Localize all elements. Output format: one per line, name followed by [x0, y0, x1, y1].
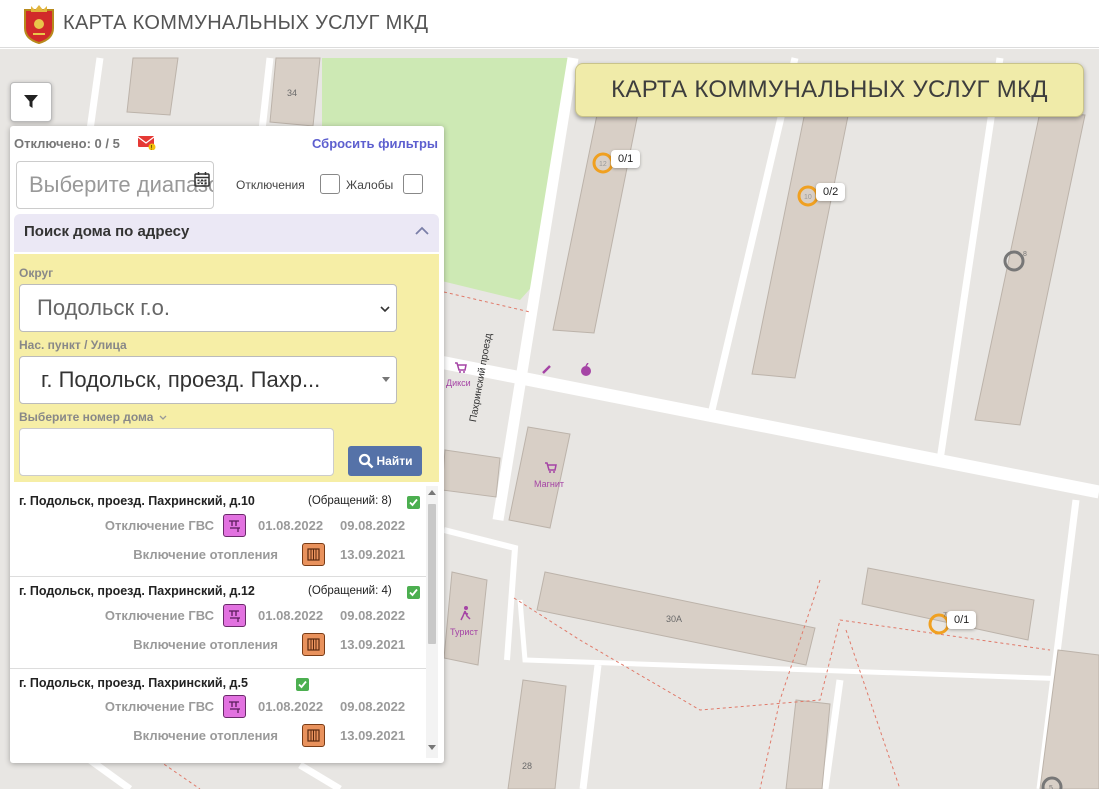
cosmetics-icon	[542, 365, 551, 374]
poi-label: Турист	[450, 627, 479, 637]
service-label: Включение отопления	[133, 637, 278, 652]
result-address[interactable]: г. Подольск, проезд. Пахринский, д.10	[19, 494, 255, 508]
date-range-input[interactable]: Выберите диапазон	[16, 161, 214, 209]
scroll-up-arrow-icon[interactable]	[428, 490, 436, 495]
date-to: 13.09.2021	[340, 728, 406, 743]
map-title-banner: КАРТА КОММУНАЛЬНЫХ УСЛУГ МКД	[575, 63, 1084, 117]
district-select-value: Подольск г.о.	[37, 295, 170, 320]
svg-text:8: 8	[1023, 251, 1027, 258]
svg-text:10: 10	[804, 194, 812, 201]
results-list[interactable]: г. Подольск, проезд. Пахринский, д.10 (О…	[10, 486, 444, 763]
chevron-down-icon	[159, 415, 167, 420]
house-number-label[interactable]: Выберите номер дома	[19, 410, 167, 424]
date-to: 13.09.2021	[340, 547, 406, 562]
outages-checkbox[interactable]	[320, 174, 340, 194]
address-search-body: Округ Подольск г.о. Нас. пункт / Улица г…	[14, 254, 439, 482]
chevron-down-icon	[380, 306, 390, 312]
street-label: Нас. пункт / Улица	[19, 338, 127, 352]
scroll-thumb[interactable]	[428, 504, 436, 644]
complaints-checkbox[interactable]	[403, 174, 423, 194]
street-select-value: г. Подольск, проезд. Пахр...	[41, 367, 321, 392]
address-search-header[interactable]: Поиск дома по адресу	[14, 214, 439, 252]
outages-checkbox-label: Отключения	[236, 178, 305, 192]
house-number-input[interactable]	[19, 428, 334, 476]
district-label: Округ	[19, 266, 54, 280]
date-to: 09.08.2022	[340, 699, 406, 714]
address-search-title: Поиск дома по адресу	[24, 223, 190, 240]
scroll-down-arrow-icon[interactable]	[428, 745, 436, 750]
emblem-logo-icon	[21, 4, 57, 44]
date-from: 01.08.2022	[258, 518, 324, 533]
hot-water-icon	[223, 514, 246, 537]
shop-icon	[545, 462, 557, 473]
outage-counter: Отключено: 0 / 5	[14, 136, 120, 151]
service-label: Включение отопления	[133, 728, 278, 743]
filter-panel: Отключено: 0 / 5 ! Сбросить фильтры Выбе…	[10, 126, 444, 763]
service-label: Отключение ГВС	[104, 608, 214, 623]
reset-filters-link[interactable]: Сбросить фильтры	[312, 136, 438, 151]
house-marker-icon[interactable]: 5	[1041, 774, 1067, 789]
result-address[interactable]: г. Подольск, проезд. Пахринский, д.5	[19, 676, 248, 690]
house-marker-label[interactable]: 0/1	[947, 611, 977, 629]
result-complaint-count: (Обращений: 4)	[308, 585, 392, 597]
radiator-icon	[302, 543, 325, 566]
filter-toggle-button[interactable]	[10, 82, 52, 122]
greengrocer-icon	[581, 363, 591, 376]
hot-water-icon	[223, 695, 246, 718]
result-complaint-count: (Обращений: 8)	[308, 495, 392, 507]
results-scrollbar[interactable]	[426, 486, 438, 758]
check-icon	[296, 678, 309, 691]
house-marker-label[interactable]: 0/2	[816, 183, 846, 201]
house-marker-icon[interactable]: 8	[1003, 250, 1029, 272]
find-button[interactable]: Найти	[348, 446, 422, 476]
radiator-icon	[302, 633, 325, 656]
date-to: 09.08.2022	[340, 518, 406, 533]
hot-water-icon	[223, 604, 246, 627]
chevron-up-icon[interactable]	[415, 226, 429, 236]
divider	[10, 576, 430, 577]
service-label: Включение отопления	[133, 547, 278, 562]
date-from: 01.08.2022	[258, 608, 324, 623]
district-select[interactable]: Подольск г.о.	[19, 284, 397, 332]
caret-down-icon	[382, 377, 390, 382]
app-title: КАРТА КОММУНАЛЬНЫХ УСЛУГ МКД	[63, 12, 429, 34]
svg-text:12: 12	[599, 161, 607, 168]
street-select[interactable]: г. Подольск, проезд. Пахр...	[19, 356, 397, 404]
date-from: 01.08.2022	[258, 699, 324, 714]
svg-text:5: 5	[1049, 785, 1053, 789]
building-number: 28	[522, 761, 533, 771]
building-number: 34	[287, 88, 298, 98]
date-to: 09.08.2022	[340, 608, 406, 623]
poi-label: Дикси	[446, 378, 471, 388]
search-icon	[358, 453, 373, 469]
divider	[10, 668, 430, 669]
calendar-icon[interactable]	[194, 171, 210, 187]
shop-icon	[455, 362, 467, 373]
app-header: КАРТА КОММУНАЛЬНЫХ УСЛУГ МКД	[0, 0, 1099, 48]
find-button-label: Найти	[376, 454, 413, 468]
poi-label: Магнит	[534, 479, 565, 489]
service-label: Отключение ГВС	[104, 699, 214, 714]
date-to: 13.09.2021	[340, 637, 406, 652]
filter-icon	[24, 95, 38, 108]
radiator-icon	[302, 724, 325, 747]
hiker-icon	[460, 606, 471, 621]
complaints-checkbox-label: Жалобы	[346, 178, 394, 192]
complaint-mail-icon[interactable]: !	[138, 136, 156, 150]
building-number: 30А	[666, 614, 683, 624]
check-icon	[407, 586, 420, 599]
check-icon	[407, 496, 420, 509]
result-address[interactable]: г. Подольск, проезд. Пахринский, д.12	[19, 584, 255, 598]
house-marker-label[interactable]: 0/1	[611, 150, 641, 168]
service-label: Отключение ГВС	[104, 518, 214, 533]
